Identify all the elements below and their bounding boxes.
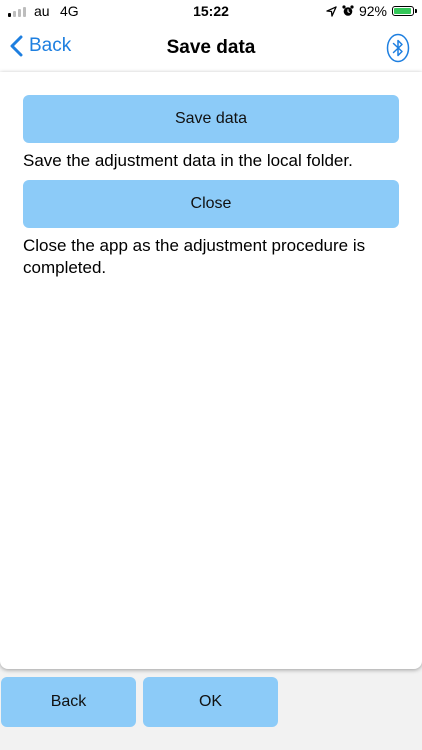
- alarm-icon: [342, 5, 354, 16]
- footer-back-button[interactable]: Back: [1, 677, 136, 727]
- bluetooth-icon[interactable]: [386, 33, 410, 63]
- battery-icon: [392, 6, 417, 16]
- status-bar: au 4G 15:22 92%: [0, 0, 422, 24]
- battery-percent: 92%: [358, 3, 387, 19]
- page-title: Save data: [166, 37, 256, 58]
- status-right-group: 92%: [326, 3, 417, 19]
- save-data-button[interactable]: Save data: [23, 95, 399, 143]
- ok-button[interactable]: OK: [143, 677, 278, 727]
- navigation-bar: Back Save data: [0, 24, 422, 72]
- app-screen: au 4G 15:22 92% Back Save data Save data…: [0, 0, 422, 750]
- battery-fill: [394, 8, 411, 14]
- save-description: Save the adjustment data in the local fo…: [23, 151, 353, 170]
- close-button[interactable]: Close: [23, 180, 399, 228]
- close-description: Close the app as the adjustment procedur…: [23, 236, 366, 277]
- content-card: Save data Save the adjustment data in th…: [0, 72, 422, 669]
- location-arrow-icon: [326, 5, 337, 17]
